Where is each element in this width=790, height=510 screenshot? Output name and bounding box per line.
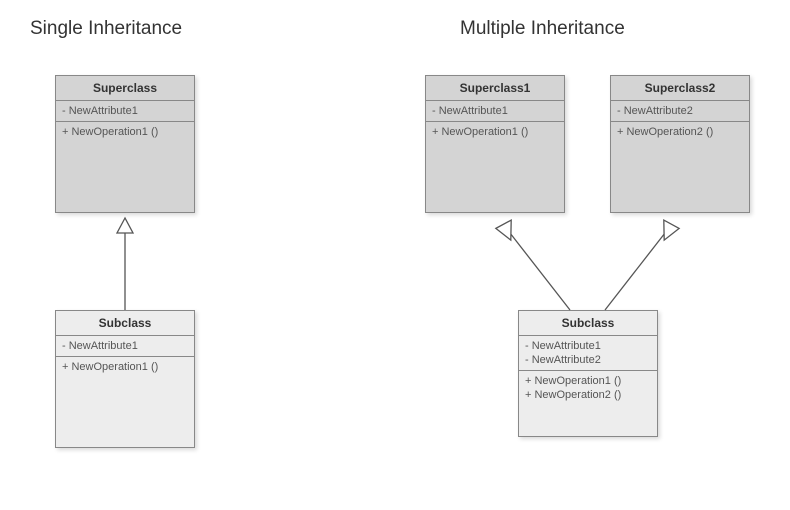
- single-inheritance-title: Single Inheritance: [30, 18, 182, 40]
- operation: + NewOperation1 (): [525, 374, 651, 388]
- multiple-superclass2-box: Superclass2 - NewAttribute2 + NewOperati…: [610, 75, 750, 213]
- attribute: - NewAttribute1: [525, 339, 651, 353]
- class-name: Superclass: [56, 76, 194, 101]
- attributes-section: - NewAttribute1: [426, 101, 564, 122]
- operations-section: + NewOperation1 (): [56, 357, 194, 447]
- attributes-section: - NewAttribute1 - NewAttribute2: [519, 336, 657, 371]
- operations-section: + NewOperation1 (): [56, 122, 194, 212]
- attributes-section: - NewAttribute1: [56, 101, 194, 122]
- multiple-superclass1-box: Superclass1 - NewAttribute1 + NewOperati…: [425, 75, 565, 213]
- multiple-subclass-box: Subclass - NewAttribute1 - NewAttribute2…: [518, 310, 658, 437]
- operation: + NewOperation1 (): [62, 125, 188, 139]
- operation: + NewOperation1 (): [432, 125, 558, 139]
- operation: + NewOperation2 (): [525, 388, 651, 402]
- operation: + NewOperation2 (): [617, 125, 743, 139]
- operations-section: + NewOperation2 (): [611, 122, 749, 212]
- operations-section: + NewOperation1 () + NewOperation2 (): [519, 371, 657, 436]
- attribute: - NewAttribute2: [617, 104, 743, 118]
- multiple-inheritance-title: Multiple Inheritance: [460, 18, 625, 40]
- class-name: Superclass1: [426, 76, 564, 101]
- operations-section: + NewOperation1 (): [426, 122, 564, 212]
- class-name: Subclass: [519, 311, 657, 336]
- attribute: - NewAttribute1: [432, 104, 558, 118]
- operation: + NewOperation1 (): [62, 360, 188, 374]
- single-subclass-box: Subclass - NewAttribute1 + NewOperation1…: [55, 310, 195, 448]
- class-name: Superclass2: [611, 76, 749, 101]
- attribute: - NewAttribute1: [62, 104, 188, 118]
- single-superclass-box: Superclass - NewAttribute1 + NewOperatio…: [55, 75, 195, 213]
- attributes-section: - NewAttribute2: [611, 101, 749, 122]
- attributes-section: - NewAttribute1: [56, 336, 194, 357]
- class-name: Subclass: [56, 311, 194, 336]
- attribute: - NewAttribute1: [62, 339, 188, 353]
- attribute: - NewAttribute2: [525, 353, 651, 367]
